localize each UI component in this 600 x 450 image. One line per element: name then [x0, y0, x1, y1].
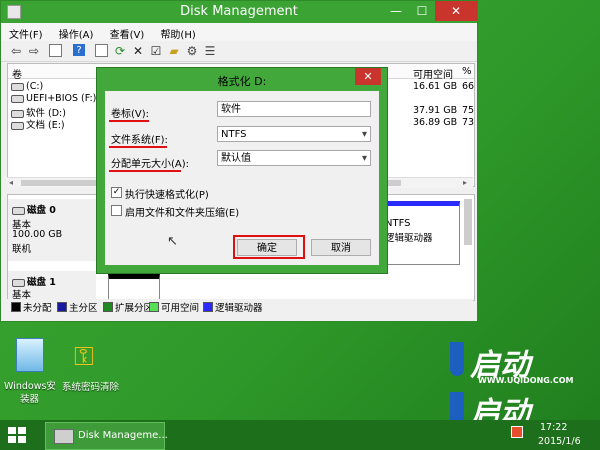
toolbar: ⇦ ⇨ ? ⟳ ✕ ☑ ▰ ⚙ ☰	[1, 41, 477, 62]
legend-label: 逻辑驱动器	[215, 303, 263, 314]
legend-label: 主分区	[69, 303, 98, 314]
disk-name: 磁盘 0	[27, 205, 56, 216]
help-icon[interactable]: ?	[73, 44, 85, 56]
uqidong-logo-secondary: 启动	[450, 390, 584, 431]
compression-checkbox[interactable]	[111, 205, 122, 216]
legend-swatch-extended	[103, 302, 113, 312]
file-system-label: 文件系统(F):	[111, 135, 168, 146]
legend-label: 未分配	[23, 303, 52, 314]
volume-name: UEFI+BIOS (F:)	[26, 93, 97, 104]
compression-label[interactable]: 启用文件和文件夹压缩(E)	[125, 204, 239, 219]
legend-label: 扩展分区	[115, 303, 154, 314]
logo-site: WWW.UQIDONG.COM	[478, 376, 574, 385]
alloc-unit-label: 分配单元大小(A):	[111, 159, 190, 170]
taskbar: Disk Manageme... 17:22 2015/1/6	[0, 420, 600, 450]
close-button[interactable]: ✕	[435, 1, 477, 21]
format-dialog: 格式化 D: ✕ 卷标(V): 软件 文件系统(F): NTFS 分配单元大小(…	[96, 67, 388, 274]
file-system-highlight	[109, 146, 167, 148]
volume-pct: 73	[462, 117, 475, 128]
volume-free: 37.91 GB	[413, 105, 458, 116]
legend-swatch-primary	[57, 302, 67, 312]
logical-drive-partition[interactable]: NTFS 逻辑驱动器	[380, 201, 460, 265]
volume-name: (C:)	[26, 81, 44, 92]
cancel-button[interactable]: 取消	[311, 239, 371, 256]
volume-free: 16.61 GB	[413, 81, 458, 92]
maximize-button[interactable]: ☐	[409, 1, 435, 21]
logo-u-mark	[450, 342, 464, 376]
disk-icon	[11, 94, 24, 103]
desktop-icon-label[interactable]: Windows安	[4, 378, 56, 392]
taskbar-item-label: Disk Manageme...	[78, 430, 168, 441]
partition-fs: NTFS	[385, 218, 411, 229]
disk-icon	[11, 121, 24, 130]
console-tree-icon[interactable]	[49, 44, 62, 57]
uqidong-logo: 启动 WWW.UQIDONG.COM	[450, 340, 584, 388]
windows-start-icon[interactable]	[8, 427, 26, 443]
file-system-select[interactable]: NTFS	[217, 126, 371, 143]
volume-name: 文档 (E:)	[26, 120, 65, 131]
legend: 未分配 主分区 扩展分区 可用空间 逻辑驱动器	[7, 299, 473, 314]
menu-bar: 文件(F) 操作(A) 查看(V) 帮助(H)	[1, 23, 477, 41]
delete-icon[interactable]: ✕	[131, 44, 145, 58]
col-free-space[interactable]: 可用空间	[413, 66, 453, 81]
menu-help[interactable]: 帮助(H)	[152, 23, 200, 41]
forward-icon[interactable]: ⇨	[27, 44, 41, 58]
desktop-icon-label[interactable]: 系统密码清除	[62, 379, 119, 393]
scroll-left-icon[interactable]: ◂	[9, 178, 13, 187]
menu-action[interactable]: 操作(A)	[51, 23, 99, 41]
dialog-title: 格式化 D:	[217, 75, 267, 88]
properties-icon[interactable]	[95, 44, 108, 57]
quick-format-label[interactable]: 执行快速格式化(P)	[125, 186, 209, 201]
alloc-unit-highlight	[109, 170, 181, 172]
back-icon[interactable]: ⇦	[9, 44, 23, 58]
col-volume[interactable]: 卷	[12, 66, 22, 81]
menu-view[interactable]: 查看(V)	[102, 23, 150, 41]
minimize-button[interactable]: —	[383, 1, 409, 21]
volume-pct: 66	[462, 81, 475, 92]
disk-1-label[interactable]: 磁盘 1 基本	[8, 271, 96, 301]
volume-label-input[interactable]: 软件	[217, 101, 371, 117]
legend-swatch-logical	[203, 302, 213, 312]
col-percent[interactable]: %	[462, 66, 472, 77]
check-icon[interactable]: ☑	[149, 44, 163, 58]
dialog-close-button[interactable]: ✕	[355, 68, 381, 85]
open-folder-icon[interactable]: ▰	[167, 44, 181, 58]
legend-swatch-free	[149, 302, 159, 312]
volume-label-highlight	[109, 120, 149, 122]
legend-swatch-unallocated	[11, 302, 21, 312]
mouse-cursor-icon: ↖	[167, 234, 178, 249]
volume-free: 36.89 GB	[413, 117, 458, 128]
title-bar[interactable]: Disk Management — ☐ ✕	[1, 1, 477, 23]
desktop-icon-label-line2[interactable]: 装器	[20, 391, 39, 405]
alloc-unit-select[interactable]: 默认值	[217, 150, 371, 167]
disk-icon	[11, 82, 24, 91]
disk-management-icon	[54, 429, 74, 444]
list-icon[interactable]: ☰	[203, 44, 217, 58]
volume-label-label: 卷标(V):	[111, 109, 150, 120]
tray-flag-icon[interactable]	[511, 426, 523, 438]
dialog-body: 卷标(V): 软件 文件系统(F): NTFS 分配单元大小(A): 默认值 ✓…	[105, 91, 379, 265]
taskbar-item-disk-management[interactable]: Disk Manageme...	[45, 422, 168, 450]
windows-installer-icon[interactable]	[16, 338, 44, 372]
refresh-icon[interactable]: ⟳	[113, 44, 127, 58]
partition-desc: 逻辑驱动器	[385, 233, 433, 244]
disk-0-label[interactable]: 磁盘 0 基本 100.00 GB 联机	[8, 199, 96, 261]
volume-pct: 75	[462, 105, 475, 116]
legend-label: 可用空间	[161, 303, 200, 314]
taskbar-time[interactable]: 17:22	[540, 422, 567, 433]
scroll-right-icon[interactable]: ▸	[463, 178, 467, 187]
disk-icon	[12, 206, 25, 215]
settings-icon[interactable]: ⚙	[185, 44, 199, 58]
menu-file[interactable]: 文件(F)	[1, 23, 48, 41]
vertical-scroll-thumb[interactable]	[464, 199, 472, 245]
quick-format-checkbox[interactable]: ✓	[111, 187, 122, 198]
key-icon[interactable]: ⚿	[74, 344, 94, 370]
disk-icon	[12, 278, 25, 287]
logo-u-mark	[450, 392, 464, 420]
ok-button[interactable]: 确定	[237, 239, 297, 256]
taskbar-date[interactable]: 2015/1/6	[538, 436, 581, 447]
disk-status: 联机	[12, 244, 32, 255]
disk-size: 100.00 GB	[12, 229, 63, 240]
disk-name: 磁盘 1	[27, 277, 56, 288]
